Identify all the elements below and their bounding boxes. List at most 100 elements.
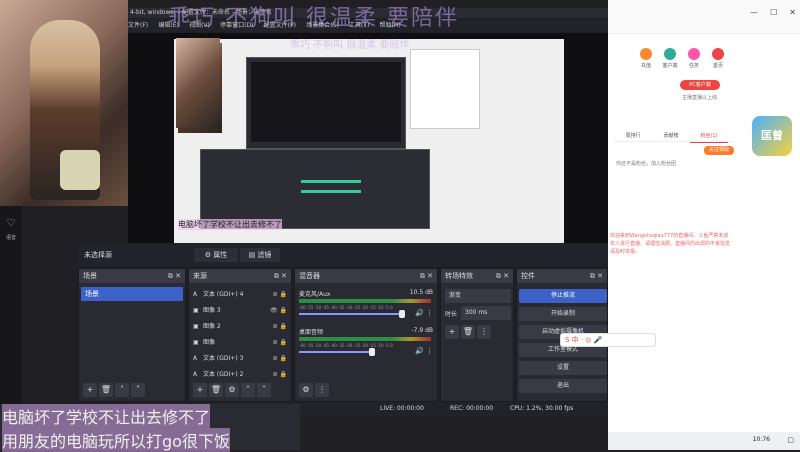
visibility-lock-icons: ⊘ 🔒: [272, 323, 287, 330]
source-settings-button[interactable]: ⚙: [225, 383, 239, 397]
fans-text: 你还不是粉丝，加入粉丝团: [616, 161, 677, 167]
window-controls[interactable]: — ☐ ✕: [738, 8, 796, 17]
visibility-lock-icons: ⊘ 🔒: [272, 291, 287, 298]
ime-toolbar[interactable]: S 中 · ◎ 🎤: [560, 333, 656, 347]
task-item[interactable]: 任务: [684, 48, 704, 69]
notification-icon[interactable]: ▢: [787, 436, 794, 444]
volume-meter: [299, 299, 431, 303]
filters-button[interactable]: ▤ 滤镜: [240, 248, 280, 262]
meter-scale: -60 -55 -50 -45 -40 -35 -30 -25 -20 -15 …: [299, 343, 393, 348]
voice-label: 语音: [5, 235, 16, 241]
mixer-channel-desktop: 桌面音频 -7.9 dB -60 -55 -50 -45 -40 -35 -30…: [299, 327, 435, 356]
mixer-channel-mic: 麦克风/Aux 10.5 dB -60 -55 -50 -45 -40 -35 …: [299, 289, 435, 318]
pc-client-button[interactable]: PC客户端: [680, 80, 720, 90]
join-fans-button[interactable]: 关注领取: [704, 146, 734, 155]
source-item[interactable]: A 文本 (GDI+) 2 ⊘ 🔒: [193, 367, 289, 382]
add-scene-button[interactable]: +: [83, 383, 97, 397]
stop-streaming-button[interactable]: 停止推流: [519, 289, 607, 303]
dock-float-icon[interactable]: ⧉ ✕: [274, 269, 287, 283]
start-recording-button[interactable]: 开始录制: [519, 307, 607, 321]
image-icon: ▣: [193, 307, 199, 314]
source-toolbar: 未选择源 ⚙ 属性 ▤ 滤镜: [78, 244, 608, 266]
caption-line-2: 用朋友的电脑玩所以打go很下饭: [2, 428, 230, 452]
menu-item-file[interactable]: 文件(F): [128, 20, 148, 32]
visibility-lock-icons: ⊘ 🔒: [272, 355, 287, 362]
avatar[interactable]: 首页: [708, 48, 728, 69]
preview-scene: 电脑坏了学校不让出去修不了: [174, 39, 564, 243]
tab-weekly[interactable]: 周排行: [614, 130, 652, 142]
sources-dock: 来源 ⧉ ✕ A 文本 (GDI+) 4 ⊘ 🔒 ▣ 图像 3 👁 🔒 ▣ 图像 2 ⊘ 🔒 …: [188, 268, 292, 402]
visibility-lock-icons: ⊘ 🔒: [272, 371, 287, 378]
controls-title: 控件: [521, 272, 535, 280]
duration-input[interactable]: 300 ms: [461, 306, 511, 320]
transitions-title: 转场特效: [445, 272, 473, 280]
source-item[interactable]: ▣ 图像 3 👁 🔒: [193, 303, 289, 318]
channel-db: -7.9 dB: [411, 327, 433, 334]
volume-slider[interactable]: [299, 351, 371, 353]
volume-slider-handle[interactable]: [369, 348, 375, 356]
transition-menu-button[interactable]: ⋮: [477, 325, 491, 339]
image-icon: ▣: [193, 323, 199, 330]
dock-float-icon[interactable]: ⧉ ✕: [496, 269, 509, 283]
dock-float-icon[interactable]: ⧉ ✕: [590, 269, 603, 283]
preview-obs-window: [246, 57, 406, 149]
text-icon: A: [193, 291, 198, 298]
dock-float-icon[interactable]: ⧉ ✕: [168, 269, 181, 283]
tab-contribution[interactable]: 贡献榜: [652, 130, 690, 142]
remove-transition-button[interactable]: 🗑: [461, 325, 475, 339]
source-item[interactable]: ▣ 图像 ⊘ 🔒: [193, 335, 289, 350]
transitions-dock: 转场特效 ⧉ ✕ 渐变 时长 300 ms + 🗑 ⋮: [440, 268, 514, 402]
recharge-item[interactable]: 充值: [636, 48, 656, 69]
voice-icon[interactable]: ♡: [4, 218, 18, 232]
client-item[interactable]: 客户端: [660, 48, 680, 69]
scene-list-item[interactable]: 场景: [81, 287, 183, 301]
duration-label: 时长: [445, 311, 458, 318]
event-badge[interactable]: 匡曾: [752, 116, 792, 156]
tab-fans[interactable]: 粉丝(1): [690, 130, 728, 143]
remove-source-button[interactable]: 🗑: [209, 383, 223, 397]
scenes-title: 场景: [83, 272, 97, 280]
overlay-title: 乖巧 不狗叫 很温柔 要陪伴: [168, 6, 459, 31]
mixer-settings-button[interactable]: ⚙: [299, 383, 313, 397]
chat-notice: 欢迎来到Wangshuqiao777的直播间，斗鱼严禁未成年人进行直播，请理性消…: [610, 233, 731, 255]
volume-slider-handle[interactable]: [399, 310, 405, 318]
browser-window: — ☐ ✕ 充值 客户端 任务 首页 PC客户端 主播直播以上线 周排行 贡献榜 粉丝(…: [560, 0, 800, 432]
taskbar: 10:76 ▢: [608, 432, 800, 450]
mute-icon[interactable]: 🔊 ⋮: [415, 309, 433, 317]
move-down-button[interactable]: ˅: [131, 383, 145, 397]
mixer-title: 混音器: [299, 272, 320, 280]
move-up-button[interactable]: ˄: [241, 383, 255, 397]
properties-button[interactable]: ⚙ 属性: [194, 248, 238, 262]
volume-slider[interactable]: [299, 313, 403, 315]
no-source-label: 未选择源: [84, 251, 112, 259]
remove-scene-button[interactable]: 🗑: [99, 383, 113, 397]
settings-button[interactable]: 设置: [519, 361, 607, 375]
source-item[interactable]: A 文本 (GDI+) 3 ⊘ 🔒: [193, 351, 289, 366]
sources-title: 来源: [193, 272, 207, 280]
move-up-button[interactable]: ˄: [115, 383, 129, 397]
clock: 10:76: [752, 436, 770, 443]
add-source-button[interactable]: +: [193, 383, 207, 397]
caption-line-1: 电脑坏了学校不让出去修不了: [2, 404, 211, 428]
close-icon: ✕: [789, 8, 796, 17]
caption-overlay: 电脑坏了学校不让出去修不了 用朋友的电脑玩所以打go很下饭: [0, 404, 300, 452]
preview-obs-docks: [200, 149, 430, 229]
live-status: LIVE: 00:00:00: [380, 405, 424, 412]
dock-float-icon[interactable]: ⧉ ✕: [420, 269, 433, 283]
transition-select[interactable]: 渐变: [445, 289, 511, 303]
overlay-title-small: 乖巧 不狗叫 很温柔 要陪伴: [290, 40, 410, 51]
image-icon: ▣: [193, 339, 199, 346]
mixer-menu-button[interactable]: ⋮: [315, 383, 329, 397]
source-item[interactable]: ▣ 图像 2 ⊘ 🔒: [193, 319, 289, 334]
ranking-tabs: 周排行 贡献榜 粉丝(1): [614, 130, 734, 143]
streamer-status: 主播直播以上线: [682, 95, 718, 101]
move-down-button[interactable]: ˅: [257, 383, 271, 397]
preview-browser: [410, 49, 480, 129]
cushion: [60, 150, 100, 190]
webcam-feed: [0, 0, 128, 206]
exit-button[interactable]: 退出: [519, 379, 607, 393]
add-transition-button[interactable]: +: [445, 325, 459, 339]
rec-status: REC: 00:00:00: [450, 405, 494, 412]
mute-icon[interactable]: 🔊 ⋮: [415, 347, 433, 355]
source-item[interactable]: A 文本 (GDI+) 4 ⊘ 🔒: [193, 287, 289, 302]
